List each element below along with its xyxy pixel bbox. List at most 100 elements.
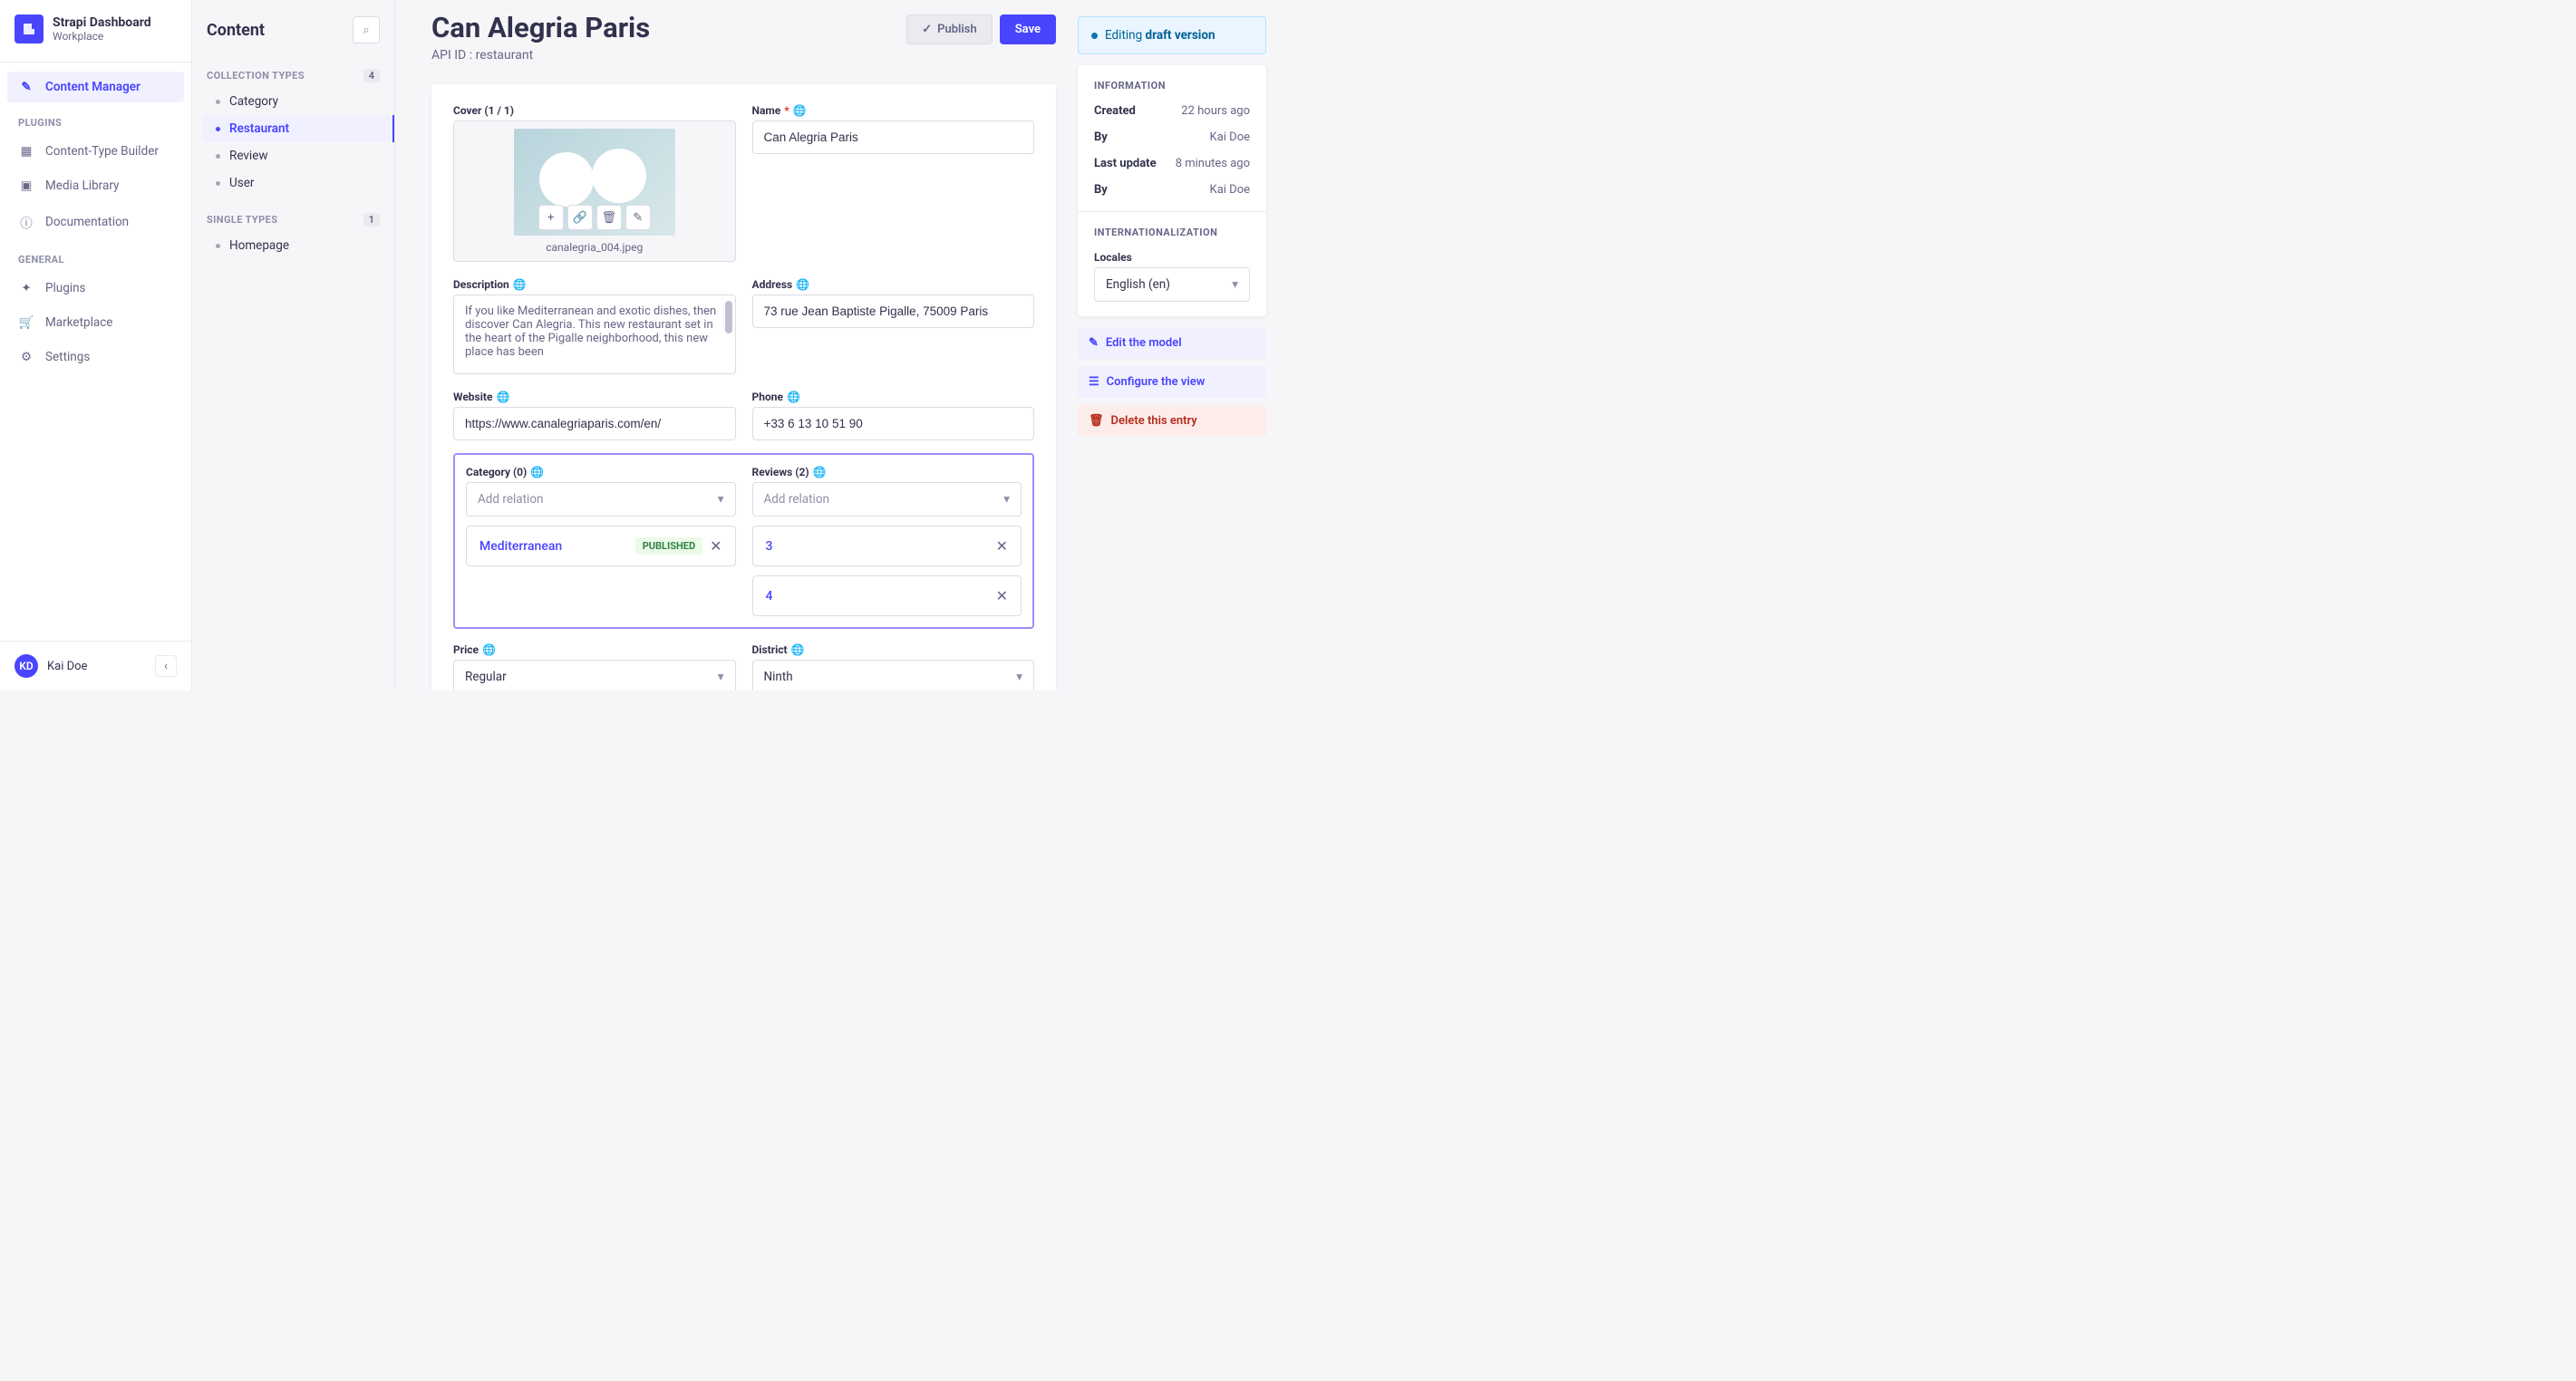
user-name: Kai Doe — [47, 660, 87, 673]
field-cover: Cover (1 / 1) + 🔗 🗑 ✎ canalegria_004.jpe… — [453, 104, 736, 262]
brand-subtitle: Workplace — [53, 30, 151, 43]
save-button[interactable]: Save — [1000, 14, 1056, 44]
nav-settings[interactable]: ⚙ Settings — [7, 342, 184, 372]
scrollbar-thumb[interactable] — [725, 301, 732, 333]
globe-icon: 🌐 — [482, 643, 496, 656]
collection-types-label: COLLECTION TYPES — [207, 70, 305, 82]
review-tag-link[interactable]: 4 — [766, 589, 773, 604]
collection-types-count: 4 — [363, 69, 380, 82]
info-icon: ⓘ — [18, 213, 34, 231]
trash-icon: 🗑 — [1089, 414, 1104, 428]
configure-view-button[interactable]: ☰ Configure the view — [1078, 366, 1266, 398]
search-button[interactable]: ⌕ — [353, 16, 380, 43]
collection-item-restaurant[interactable]: Restaurant — [203, 115, 394, 142]
category-tag-link[interactable]: Mediterranean — [479, 539, 562, 554]
main-sidebar: Strapi Dashboard Workplace ✎ Content Man… — [0, 0, 192, 690]
check-icon: ✓ — [922, 23, 932, 36]
page-header: Can Alegria Paris API ID : restaurant ✓ … — [431, 11, 1056, 84]
description-textarea[interactable]: If you like Mediterranean and exotic dis… — [453, 295, 736, 374]
address-input[interactable] — [752, 295, 1035, 328]
info-card: INFORMATION Created22 hours ago ByKai Do… — [1078, 65, 1266, 316]
name-input[interactable] — [752, 121, 1035, 154]
content-sidebar-title: Content — [207, 21, 265, 40]
phone-input[interactable] — [752, 407, 1035, 440]
trash-icon: 🗑 — [601, 211, 616, 225]
layout-icon: ▦ — [18, 144, 34, 159]
publish-button[interactable]: ✓ Publish — [906, 14, 993, 44]
nav-section-plugins: PLUGINS — [0, 104, 191, 134]
field-price: Price 🌐 Regular ▾ — [453, 643, 736, 690]
field-description: Description 🌐 If you like Mediterranean … — [453, 278, 736, 374]
content-sidebar: Content ⌕ COLLECTION TYPES 4 Category Re… — [192, 0, 395, 690]
cart-icon: 🛒 — [18, 315, 34, 330]
collapse-sidebar-button[interactable]: ‹ — [155, 655, 177, 677]
user-avatar[interactable]: KD — [15, 654, 38, 678]
page-subtitle: API ID : restaurant — [431, 48, 650, 63]
field-district: District 🌐 Ninth ▾ — [752, 643, 1035, 690]
chevron-down-icon: ▾ — [1016, 670, 1022, 684]
remove-review-button[interactable]: ✕ — [996, 587, 1008, 604]
globe-icon: 🌐 — [530, 466, 544, 478]
list-icon: ☰ — [1089, 375, 1099, 389]
delete-entry-button[interactable]: 🗑 Delete this entry — [1078, 405, 1266, 437]
puzzle-icon: ✦ — [18, 281, 34, 295]
single-item-homepage[interactable]: Homepage — [203, 232, 383, 259]
edit-model-button[interactable]: ✎ Edit the model — [1078, 327, 1266, 359]
globe-icon: 🌐 — [796, 278, 809, 291]
globe-icon: 🌐 — [793, 104, 807, 117]
status-banner: Editing draft version — [1078, 16, 1266, 54]
image-icon: ▣ — [18, 179, 34, 193]
cover-edit-button[interactable]: ✎ — [625, 205, 651, 230]
locale-select[interactable]: English (en) ▾ — [1094, 267, 1250, 302]
category-tag-mediterranean: Mediterranean PUBLISHED ✕ — [466, 526, 736, 566]
review-tag-4: 4 ✕ — [752, 575, 1022, 616]
cover-add-button[interactable]: + — [538, 205, 564, 230]
intl-title: INTERNATIONALIZATION — [1094, 227, 1250, 238]
side-panel: Editing draft version INFORMATION Create… — [1078, 0, 1288, 690]
review-tag-3: 3 ✕ — [752, 526, 1022, 566]
nav-content-type-builder[interactable]: ▦ Content-Type Builder — [7, 136, 184, 167]
district-select[interactable]: Ninth ▾ — [752, 660, 1035, 690]
nav-content-manager[interactable]: ✎ Content Manager — [7, 72, 184, 102]
chevron-down-icon: ▾ — [1003, 492, 1010, 507]
collection-item-review[interactable]: Review — [203, 142, 383, 169]
collection-item-category[interactable]: Category — [203, 88, 383, 115]
chevron-down-icon: ▾ — [718, 670, 724, 684]
category-add-relation[interactable]: Add relation ▾ — [466, 482, 736, 517]
chevron-left-icon: ‹ — [164, 660, 168, 673]
remove-review-button[interactable]: ✕ — [996, 537, 1008, 555]
status-dot-icon — [1091, 33, 1098, 39]
gear-icon: ⚙ — [18, 350, 34, 364]
collection-item-user[interactable]: User — [203, 169, 383, 197]
plus-icon: + — [547, 211, 554, 225]
cover-delete-button[interactable]: 🗑 — [596, 205, 622, 230]
review-tag-link[interactable]: 3 — [766, 539, 773, 554]
nav-marketplace[interactable]: 🛒 Marketplace — [7, 307, 184, 338]
pencil-icon: ✎ — [633, 211, 643, 225]
remove-category-button[interactable]: ✕ — [710, 537, 721, 555]
field-website: Website 🌐 — [453, 391, 736, 440]
link-icon: 🔗 — [573, 211, 587, 225]
nav-documentation[interactable]: ⓘ Documentation — [7, 205, 184, 239]
nav-plugins[interactable]: ✦ Plugins — [7, 273, 184, 304]
published-badge: PUBLISHED — [635, 537, 702, 555]
field-name: Name* 🌐 — [752, 104, 1035, 262]
globe-icon: 🌐 — [813, 466, 827, 478]
chevron-down-icon: ▾ — [718, 492, 724, 507]
nav-media-library[interactable]: ▣ Media Library — [7, 170, 184, 201]
website-input[interactable] — [453, 407, 736, 440]
price-select[interactable]: Regular ▾ — [453, 660, 736, 690]
single-types-label: SINGLE TYPES — [207, 214, 277, 226]
pencil-icon: ✎ — [1089, 336, 1099, 350]
globe-icon: 🌐 — [496, 391, 509, 403]
info-title: INFORMATION — [1094, 80, 1250, 92]
cover-image[interactable]: + 🔗 🗑 ✎ — [514, 129, 675, 236]
search-icon: ⌕ — [363, 24, 369, 37]
field-address: Address 🌐 — [752, 278, 1035, 374]
reviews-add-relation[interactable]: Add relation ▾ — [752, 482, 1022, 517]
nav-section-general: GENERAL — [0, 241, 191, 271]
cover-filename: canalegria_004.jpeg — [546, 241, 643, 254]
field-reviews: Reviews (2) 🌐 Add relation ▾ 3 ✕ 4 ✕ — [752, 466, 1022, 616]
sidebar-footer: KD Kai Doe ‹ — [0, 641, 191, 690]
cover-link-button[interactable]: 🔗 — [567, 205, 593, 230]
